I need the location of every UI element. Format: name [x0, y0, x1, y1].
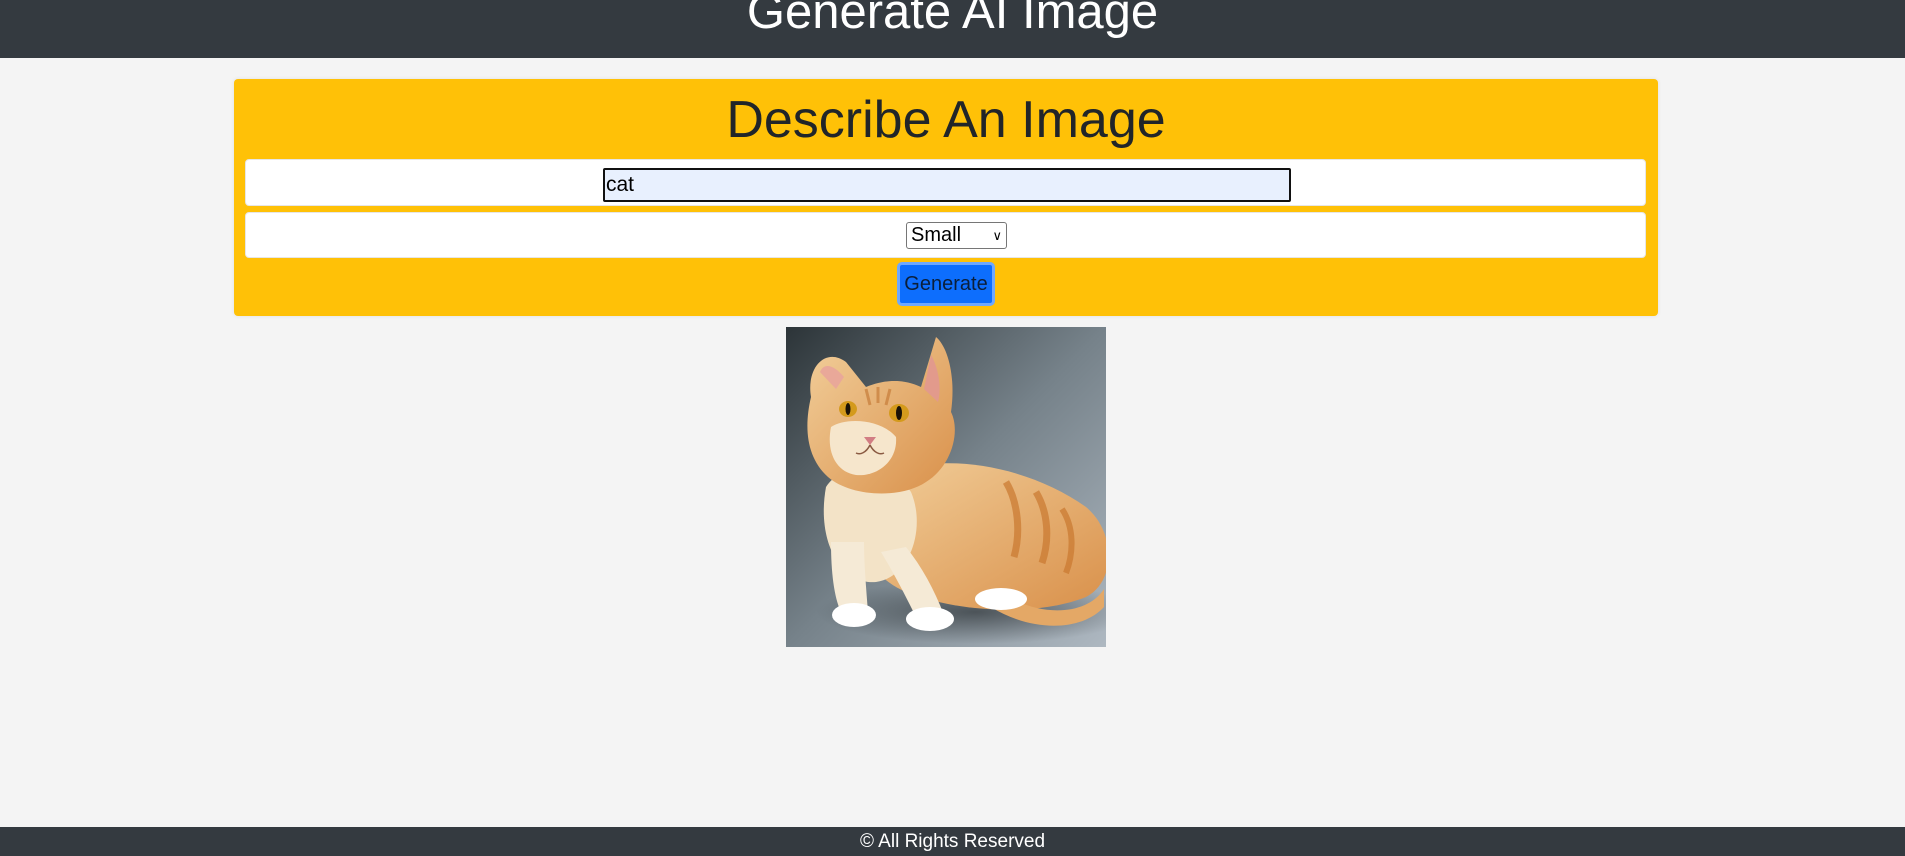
prompt-input[interactable] — [603, 168, 1291, 202]
chevron-down-icon: ∨ — [992, 228, 1002, 243]
page-title: Generate AI Image — [746, 0, 1159, 39]
image-form-card: Describe An Image Small ∨ Generate — [234, 79, 1658, 316]
size-select[interactable]: Small ∨ — [906, 222, 1007, 249]
size-row: Small ∨ — [245, 212, 1646, 258]
generate-button[interactable]: Generate — [897, 262, 995, 306]
footer-copyright: © All Rights Reserved — [859, 831, 1046, 852]
generated-image — [786, 327, 1106, 647]
prompt-row — [245, 159, 1646, 206]
form-heading: Describe An Image — [726, 91, 1166, 149]
navbar: Generate AI Image — [0, 0, 1905, 58]
footer: © All Rights Reserved — [0, 827, 1905, 856]
size-select-value: Small — [911, 224, 962, 246]
